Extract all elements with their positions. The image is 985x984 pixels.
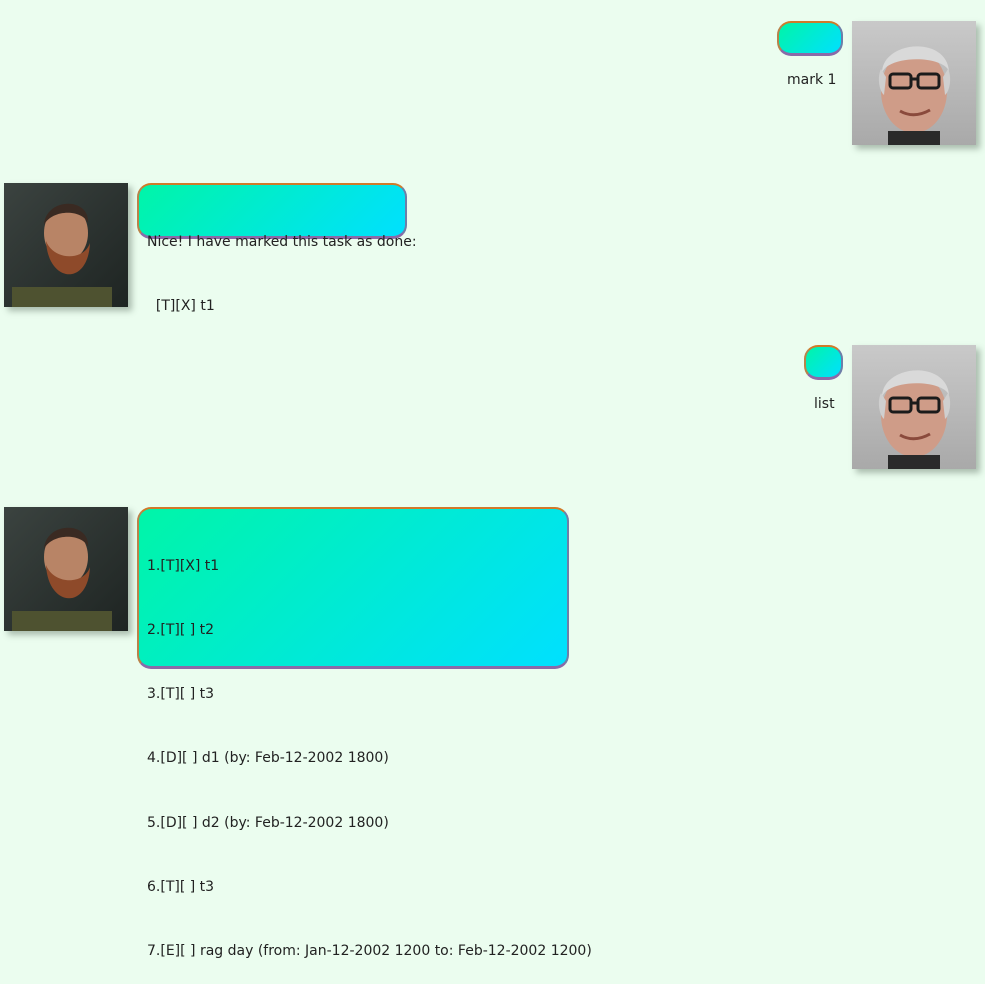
bot-avatar bbox=[4, 507, 128, 631]
bot-avatar-icon bbox=[4, 507, 128, 631]
user-message-text: mark 1 bbox=[787, 71, 837, 88]
user-avatar bbox=[852, 21, 976, 145]
bot-message-line: [T][X] t1 bbox=[147, 298, 215, 315]
task-list-item: 3.[T][ ] t3 bbox=[147, 686, 215, 703]
bot-avatar-icon bbox=[4, 183, 128, 307]
user-avatar bbox=[852, 345, 976, 469]
user-message-bubble: list bbox=[804, 345, 843, 412]
task-list-item: 2.[T][ ] t2 bbox=[147, 622, 215, 639]
bot-avatar bbox=[4, 183, 128, 307]
bot-message-bubble: Nice! I have marked this task as done: [… bbox=[137, 183, 417, 314]
user-message-bubble: mark 1 bbox=[777, 21, 843, 88]
user-message-text: list bbox=[814, 395, 835, 412]
bot-message-line: Nice! I have marked this task as done: bbox=[147, 233, 417, 250]
user-avatar-icon bbox=[852, 345, 976, 469]
task-list-item: 7.[E][ ] rag day (from: Jan-12-2002 1200… bbox=[147, 943, 592, 960]
bot-message-bubble: 1.[T][X] t1 2.[T][ ] t2 3.[T][ ] t3 4.[D… bbox=[137, 507, 592, 959]
task-list-item: 6.[T][ ] t3 bbox=[147, 878, 215, 895]
task-list-item: 1.[T][X] t1 bbox=[147, 557, 220, 574]
task-list-item: 5.[D][ ] d2 (by: Feb-12-2002 1800) bbox=[147, 814, 389, 831]
user-avatar-icon bbox=[852, 21, 976, 145]
task-list-item: 4.[D][ ] d1 (by: Feb-12-2002 1800) bbox=[147, 750, 389, 767]
